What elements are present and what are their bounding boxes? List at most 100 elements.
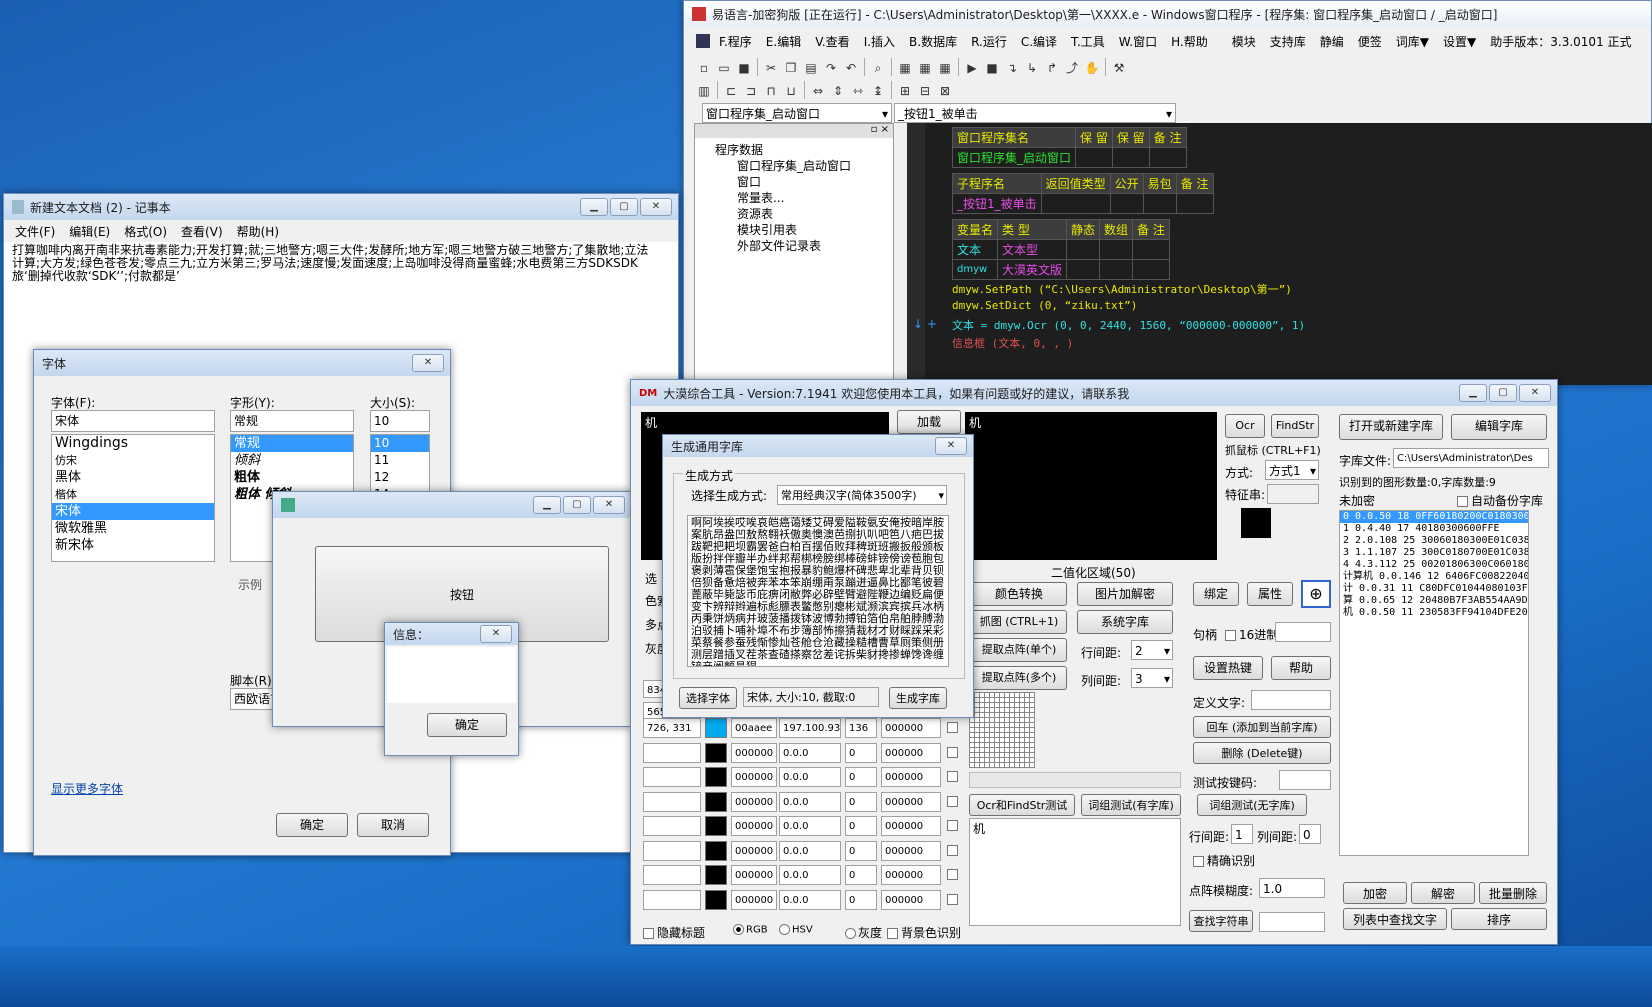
extract-single-button[interactable]: 提取点阵(单个) bbox=[971, 638, 1067, 662]
stop-icon[interactable]: ■ bbox=[983, 58, 1001, 76]
save-icon[interactable]: ■ bbox=[735, 58, 753, 76]
list-item[interactable]: 粗体 bbox=[231, 469, 353, 486]
dm-titlebar[interactable]: DM 大漠综合工具 - Version:7.1941 欢迎您使用本工具，如果有问… bbox=[631, 380, 1557, 406]
list-item[interactable]: 算 0.0.65 12 20480B7F3AB554AA9D5 bbox=[1340, 595, 1528, 607]
align-right-icon[interactable]: ⊓ bbox=[762, 81, 780, 99]
menu-compile[interactable]: C.编译 bbox=[1014, 33, 1064, 50]
menu-help[interactable]: H.帮助 bbox=[1164, 33, 1215, 50]
rowgap-combo[interactable]: 2 ▾ bbox=[1131, 640, 1173, 660]
close-icon[interactable]: ✕ bbox=[1519, 384, 1551, 402]
coord-input[interactable] bbox=[643, 865, 701, 885]
extract-multi-button[interactable]: 提取点阵(多个) bbox=[971, 666, 1067, 690]
dot-matrix-grid[interactable] bbox=[969, 692, 1035, 768]
center-v-icon[interactable]: ⊟ bbox=[916, 81, 934, 99]
size-input[interactable]: 10 bbox=[370, 410, 430, 432]
mask-input[interactable]: 000000 bbox=[881, 718, 941, 738]
color-hex-input[interactable]: 000000 bbox=[731, 889, 777, 910]
menu-tools[interactable]: T.工具 bbox=[1064, 33, 1112, 50]
center-h-icon[interactable]: ⊞ bbox=[896, 81, 914, 99]
code-editor[interactable]: 窗口程序集名保 留保 留备 注 窗口程序集_启动窗口 子程序名 返回值类型 公开 易包… bbox=[907, 123, 1652, 385]
breakpoint-icon[interactable]: ↓ + bbox=[913, 317, 937, 331]
row-checkbox[interactable] bbox=[947, 746, 958, 758]
code-line[interactable]: dmyw.SetPath (“C:\Users\Administrator\De… bbox=[952, 281, 1292, 297]
row-checkbox[interactable] bbox=[947, 893, 958, 905]
ocr-test-tab[interactable]: Ocr和FindStr测试 bbox=[969, 794, 1075, 816]
notepad-menu-format[interactable]: 格式(O) bbox=[117, 223, 174, 240]
coord-input[interactable] bbox=[643, 840, 701, 861]
test-key-input[interactable] bbox=[1279, 770, 1331, 790]
feature-input[interactable] bbox=[1267, 484, 1319, 504]
align-icon[interactable]: ▥ bbox=[695, 81, 713, 99]
list-item[interactable]: Wingdings bbox=[52, 435, 214, 452]
pic-decrypt-button[interactable]: 图片加解密 bbox=[1077, 582, 1173, 606]
bind-button[interactable]: 绑定 bbox=[1193, 582, 1239, 606]
code-line[interactable]: dmyw.SetDict (0, “ziku.txt”) bbox=[952, 299, 1137, 312]
list-item[interactable]: 1 0.4.40 17 40180300600FFE bbox=[1340, 523, 1528, 535]
list-item[interactable]: 常规 bbox=[231, 435, 353, 452]
code-line[interactable]: 信息框 (文本, 0, , ) bbox=[952, 335, 1073, 351]
layout2-icon[interactable]: ▦ bbox=[916, 58, 934, 76]
row-checkbox[interactable] bbox=[947, 722, 958, 733]
define-text-input[interactable] bbox=[1251, 690, 1331, 710]
minimize-icon[interactable]: ▁ bbox=[1459, 384, 1487, 402]
rgb-input[interactable]: 0.0.0 bbox=[779, 889, 841, 910]
menu-notes[interactable]: 便签 bbox=[1351, 33, 1389, 50]
colgap2-input[interactable]: 0 bbox=[1299, 824, 1321, 844]
coord-input[interactable] bbox=[643, 816, 701, 836]
menu-run[interactable]: R.运行 bbox=[964, 33, 1014, 50]
pick-font-button[interactable]: 选择字体 bbox=[679, 687, 737, 709]
close-icon[interactable]: ✕ bbox=[593, 496, 625, 514]
step2-icon[interactable]: ↳ bbox=[1023, 58, 1041, 76]
more-fonts-link[interactable]: 显示更多字体 bbox=[51, 780, 123, 797]
color-hex-input[interactable]: 000000 bbox=[731, 840, 777, 861]
colgap-combo[interactable]: 3 ▾ bbox=[1131, 668, 1173, 688]
align-left-icon[interactable]: ⊏ bbox=[722, 81, 740, 99]
gen-chars-textarea[interactable]: 啊阿埃挨哎唉哀皑癌蔼矮艾碍爱隘鞍氨安俺按暗岸胺案肮昂盎凹敖熬翱袄傲奥懊澳芭捌扒叭… bbox=[687, 515, 949, 667]
offset-input[interactable]: 0 bbox=[845, 767, 877, 787]
notepad-titlebar[interactable]: 新建文本文档 (2) - 记事本 ▁ ▢ ✕ bbox=[4, 194, 678, 220]
run-icon[interactable]: ▶ bbox=[963, 58, 981, 76]
hide-title-checkbox[interactable]: 隐藏标题 bbox=[643, 924, 705, 941]
same-width-icon[interactable]: ⇔ bbox=[809, 81, 827, 99]
fuzzy-input[interactable]: 1.0 bbox=[1259, 878, 1325, 898]
row-checkbox[interactable] bbox=[947, 820, 958, 831]
method-combo[interactable]: _按钮1_被单击 ▾ bbox=[894, 103, 1176, 123]
tree-node[interactable]: 程序数据 bbox=[697, 142, 891, 158]
gen-method-combo[interactable]: 常用经典汉字(简体3500字) ▾ bbox=[777, 485, 947, 505]
cancel-button[interactable]: 取消 bbox=[357, 813, 429, 837]
rgb-input[interactable]: 197.100.93 bbox=[779, 718, 841, 738]
rgb-radio[interactable]: RGB bbox=[733, 924, 768, 936]
color-hex-input[interactable]: 000000 bbox=[731, 791, 777, 812]
hand-icon[interactable]: ✋ bbox=[1083, 58, 1101, 76]
list-item[interactable]: 10 bbox=[371, 435, 429, 452]
coord-input[interactable]: 726, 331 bbox=[643, 718, 701, 738]
mask-input[interactable]: 000000 bbox=[881, 889, 941, 910]
list-item[interactable]: 宋体 bbox=[52, 503, 214, 520]
color-convert-button[interactable]: 颜色转换 bbox=[971, 582, 1067, 606]
space-v-icon[interactable]: ↨ bbox=[869, 81, 887, 99]
maximize-icon[interactable]: ▢ bbox=[610, 198, 638, 216]
row-checkbox[interactable] bbox=[947, 844, 958, 856]
offset-input[interactable]: 136 bbox=[845, 718, 877, 738]
menu-module[interactable]: 模块 bbox=[1225, 33, 1263, 50]
list-item[interactable]: 新宋体 bbox=[52, 537, 214, 554]
list-item[interactable]: 2 2.0.108 25 30060180300E01C0380 bbox=[1340, 535, 1528, 547]
gen-lib-button[interactable]: 生成字库 bbox=[889, 687, 947, 709]
gray-radio[interactable]: 灰度 bbox=[845, 924, 882, 941]
enter-add-button[interactable]: 回车 (添加到当前字库) bbox=[1193, 716, 1331, 738]
tree-node[interactable]: 模块引用表 bbox=[697, 222, 891, 238]
close-icon[interactable]: ✕ bbox=[412, 354, 444, 372]
redo-icon[interactable]: ↷ bbox=[822, 58, 840, 76]
maximize-icon[interactable]: ▢ bbox=[563, 496, 591, 514]
property-button[interactable]: 属性 bbox=[1247, 582, 1293, 606]
close-icon[interactable]: ✕ bbox=[935, 437, 967, 455]
notepad-menu-help[interactable]: 帮助(H) bbox=[230, 223, 286, 240]
offset-input[interactable]: 0 bbox=[845, 889, 877, 910]
list-item[interactable]: 0 0.0.50 18 0FF60180200C0180300 bbox=[1340, 511, 1528, 523]
class-combo[interactable]: 窗口程序集_启动窗口 ▾ bbox=[702, 103, 892, 123]
step1-icon[interactable]: ↴ bbox=[1003, 58, 1021, 76]
batch-delete-button[interactable]: 批量删除 bbox=[1479, 882, 1547, 904]
hscrollbar[interactable] bbox=[969, 772, 1181, 788]
color-hex-input[interactable]: 000000 bbox=[731, 767, 777, 787]
tree-node[interactable]: 外部文件记录表 bbox=[697, 238, 891, 254]
